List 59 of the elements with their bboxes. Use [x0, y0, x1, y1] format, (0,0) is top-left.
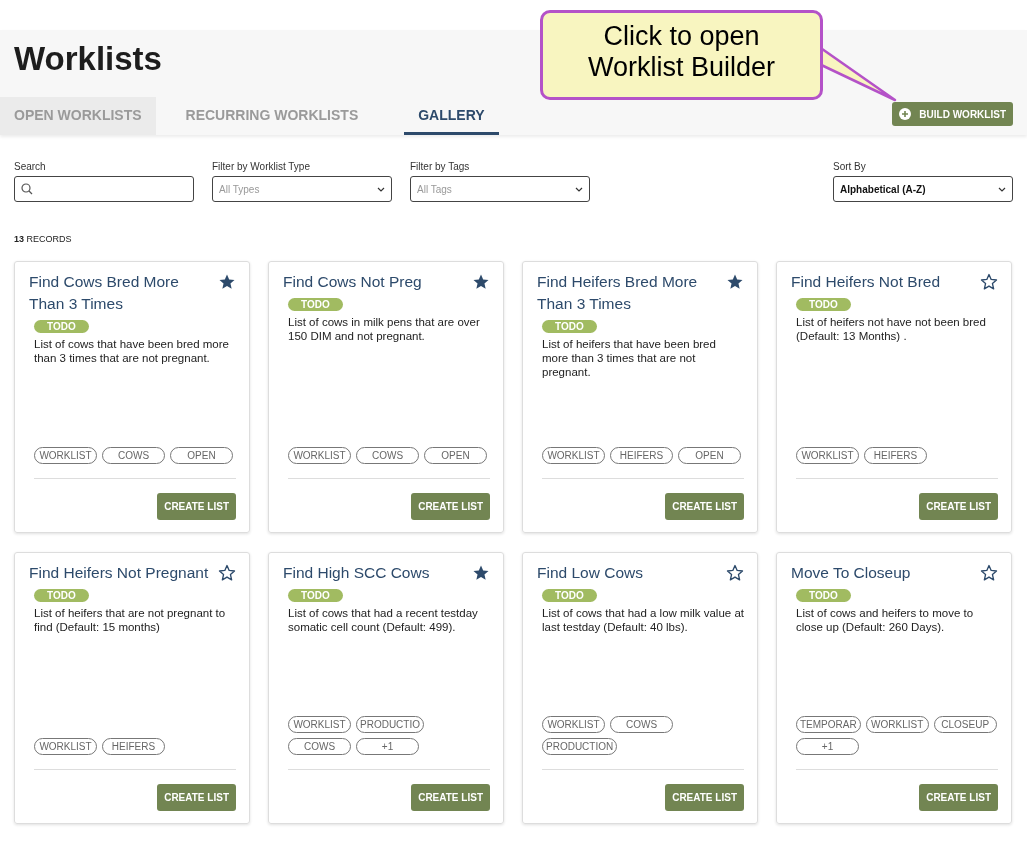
- card-description: List of heifers that have been bred more than 3 times that are not pregnant.: [542, 337, 717, 379]
- star-icon[interactable]: [472, 564, 490, 582]
- card-title: Find Low Cows: [537, 563, 643, 583]
- status-badge: TODO: [796, 298, 851, 311]
- caret-icon: [998, 186, 1006, 192]
- status-badge: TODO: [288, 589, 343, 602]
- create-list-button[interactable]: CREATE LIST: [919, 784, 998, 811]
- status-badge: TODO: [288, 298, 343, 311]
- card-title: Find Cows Not Preg: [283, 272, 422, 292]
- field-label: Sort By: [833, 161, 867, 172]
- status-badge: TODO: [34, 589, 89, 602]
- search-field[interactable]: [14, 176, 194, 202]
- tab[interactable]: GALLERY: [404, 97, 499, 135]
- star-icon[interactable]: [980, 564, 998, 582]
- card-title: Find Heifers Bred More Than 3 Times: [537, 272, 699, 314]
- tags-dropdown[interactable]: All Tags: [410, 176, 590, 202]
- tab[interactable]: OPEN WORKLISTS: [0, 97, 156, 135]
- create-list-button[interactable]: CREATE LIST: [411, 784, 490, 811]
- field-label: Filter by Worklist Type: [212, 161, 311, 172]
- caret-icon: [575, 186, 583, 192]
- field-label: Search: [14, 161, 47, 172]
- create-list-button[interactable]: CREATE LIST: [157, 493, 236, 520]
- plus-icon: [899, 108, 912, 120]
- sort-dropdown[interactable]: Alphabetical (A-Z): [833, 176, 1013, 202]
- tab[interactable]: RECURRING WORKLISTS: [171, 97, 373, 135]
- create-list-button[interactable]: CREATE LIST: [157, 784, 236, 811]
- create-list-button[interactable]: CREATE LIST: [665, 784, 744, 811]
- caret-icon: [377, 186, 385, 192]
- create-list-button[interactable]: CREATE LIST: [411, 493, 490, 520]
- card-title: Find Cows Bred More Than 3 Times: [29, 272, 180, 314]
- star-icon[interactable]: [218, 273, 236, 291]
- card-title: Find Heifers Not Bred: [791, 272, 941, 292]
- build-worklist-button[interactable]: BUILD WORKLIST: [892, 102, 1013, 126]
- search-icon: [21, 183, 33, 195]
- card-title: Find High SCC Cows: [283, 563, 430, 583]
- status-badge: TODO: [542, 589, 597, 602]
- card-description: List of cows in milk pens that are over 150 DIM and not pregnant.: [288, 315, 481, 343]
- field-label: Filter by Tags: [410, 161, 471, 172]
- page-title: Worklists: [14, 40, 162, 78]
- card-description: List of cows that have been bred more than 3 times that are not pregnant.: [34, 337, 230, 365]
- status-badge: TODO: [796, 589, 851, 602]
- star-icon[interactable]: [472, 273, 490, 291]
- status-badge: TODO: [542, 320, 597, 333]
- card-title: Find Heifers Not Pregnant: [29, 563, 209, 583]
- card-description: List of cows that had a low milk value at last testday (Default: 40 lbs).: [542, 606, 744, 634]
- star-icon[interactable]: [726, 273, 744, 291]
- create-list-button[interactable]: CREATE LIST: [919, 493, 998, 520]
- card-title: Move To Closeup: [791, 563, 911, 583]
- star-icon[interactable]: [218, 564, 236, 582]
- type-dropdown[interactable]: All Types: [212, 176, 392, 202]
- card-description: List of cows and heifers to move to close up (Default: 260 Days).: [796, 606, 975, 634]
- record-count: 13 RECORDS: [13, 233, 73, 244]
- create-list-button[interactable]: CREATE LIST: [665, 493, 744, 520]
- card-description: List of cows that had a recent testday somatic cell count (Default: 499).: [288, 606, 479, 634]
- star-icon[interactable]: [980, 273, 998, 291]
- card-description: List of heifers that are not pregnant to find (Default: 15 months): [34, 606, 227, 634]
- status-badge: TODO: [34, 320, 89, 333]
- card-description: List of heifers not have not been bred (Default: 13 Months) .: [796, 315, 987, 343]
- star-icon[interactable]: [726, 564, 744, 582]
